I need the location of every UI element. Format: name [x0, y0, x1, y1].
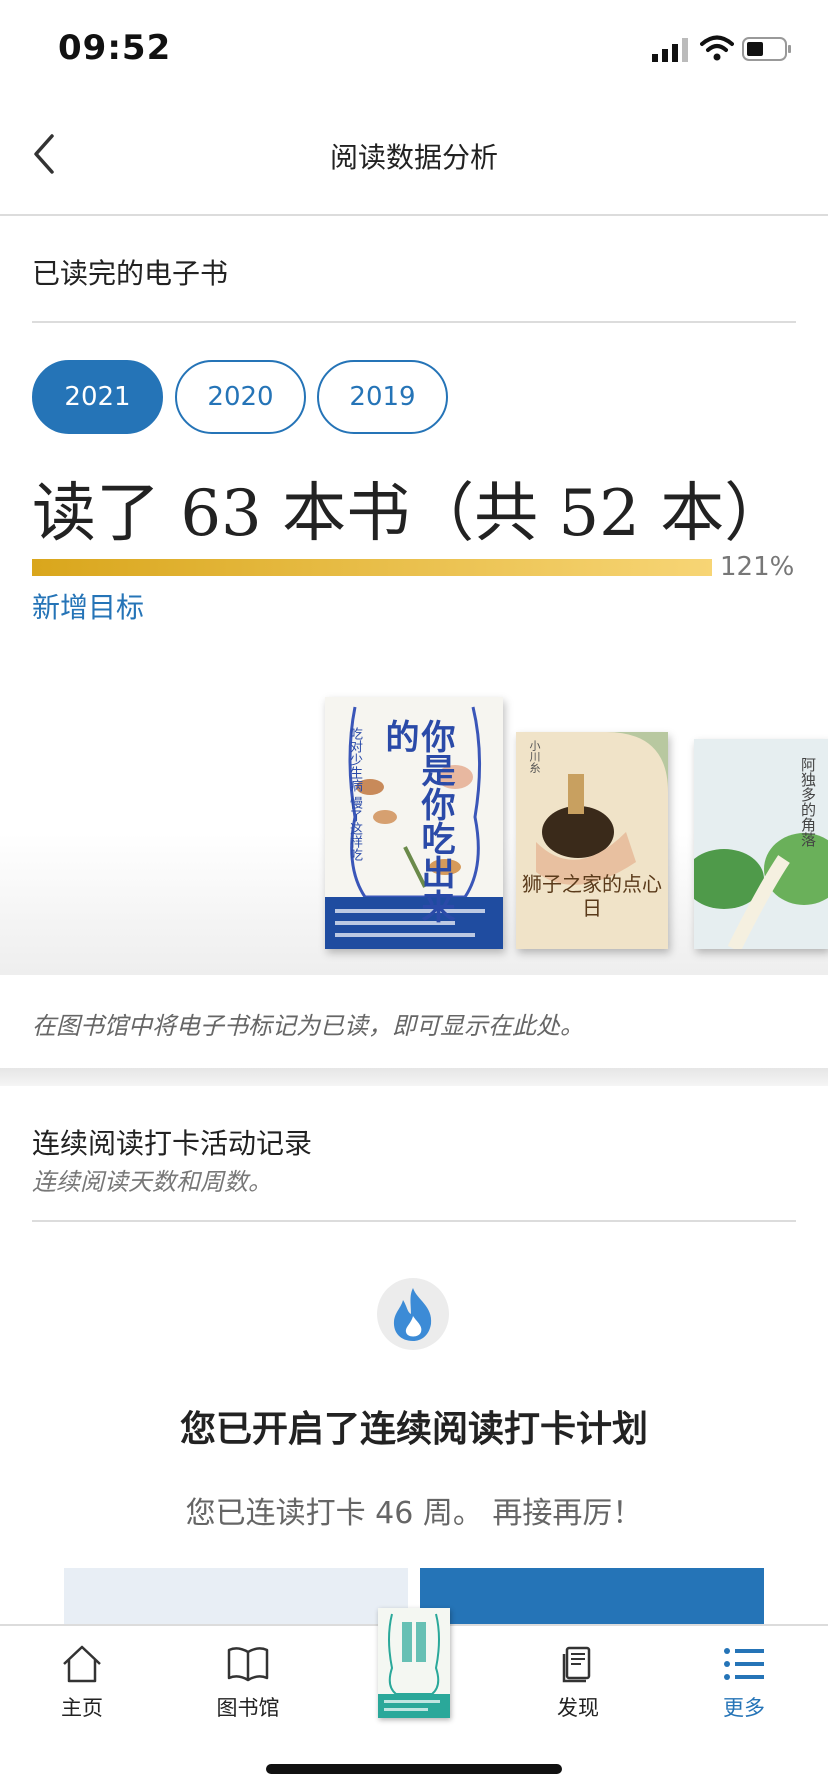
book-cover-1-title: 你是你吃出来的 — [379, 719, 455, 923]
year-tab-2019[interactable]: 2019 — [317, 360, 448, 434]
year-tab-2020[interactable]: 2020 — [175, 360, 306, 434]
book-open-icon — [227, 1647, 269, 1682]
tab-current-book[interactable] — [354, 1608, 474, 1718]
tab-library-label: 图书馆 — [216, 1696, 280, 1720]
book-cover-2-title: 狮子之家的点心日 — [522, 872, 662, 920]
tab-library[interactable]: 图书馆 — [188, 1644, 308, 1722]
wifi-icon — [700, 35, 734, 61]
goal-progress-percent: 121% — [720, 552, 795, 582]
flame-icon — [393, 1288, 432, 1341]
discover-icon — [562, 1646, 591, 1683]
finished-books-title: 已读完的电子书 — [32, 257, 229, 290]
book-cover-1[interactable]: 你是你吃出来的 吃对少生病 慢了这样吃 — [325, 697, 503, 949]
finished-books-shelf: 你是你吃出来的 吃对少生病 慢了这样吃 小川糸 狮子之家的点心日 阿独多的角落 — [0, 660, 828, 975]
streak-plan-title: 您已开启了连续阅读打卡计划 — [179, 1409, 648, 1450]
book-cover-2[interactable]: 小川糸 狮子之家的点心日 — [516, 732, 668, 949]
nav-divider — [0, 214, 828, 216]
section-separator — [0, 1068, 828, 1086]
tab-discover-label: 发现 — [557, 1696, 599, 1720]
book-cover-1-subtitle: 吃对少生病 慢了这样吃 — [347, 727, 362, 862]
flame-icon-badge — [377, 1278, 449, 1350]
home-icon — [63, 1645, 101, 1683]
section-divider — [32, 321, 796, 323]
cellular-signal-icon — [652, 38, 688, 62]
home-indicator — [266, 1764, 562, 1774]
add-goal-link[interactable]: 新增目标 — [32, 586, 144, 626]
year-tab-2021[interactable]: 2021 — [32, 360, 163, 434]
streak-plan-subtitle: 您已连读打卡 46 周。 再接再厉！ — [185, 1496, 643, 1531]
current-book-cover — [378, 1608, 450, 1718]
book-cover-2-author: 小川糸 — [528, 740, 541, 773]
current-book-cover-art — [378, 1613, 450, 1718]
battery-icon — [742, 37, 791, 61]
tab-discover[interactable]: 发现 — [518, 1644, 638, 1722]
section-divider — [32, 1220, 796, 1222]
books-read-headline: 读了 63 本书（共 52 本） — [32, 477, 789, 551]
tab-more[interactable]: 更多 — [684, 1644, 804, 1722]
tab-home[interactable]: 主页 — [22, 1644, 142, 1722]
page-title: 阅读数据分析 — [329, 141, 498, 174]
shelf-note: 在图书馆中将电子书标记为已读，即可显示在此处。 — [32, 1012, 584, 1040]
status-time: 09:52 — [58, 28, 172, 68]
tab-home-label: 主页 — [61, 1696, 103, 1720]
tab-more-label: 更多 — [723, 1696, 765, 1720]
goal-progress-fill — [32, 559, 712, 576]
list-icon — [724, 1648, 764, 1680]
book-cover-3[interactable]: 阿独多的角落 — [694, 739, 828, 949]
goal-progress-bar — [32, 559, 712, 576]
streak-section-subtitle: 连续阅读天数和周数。 — [32, 1168, 272, 1196]
streak-section-title: 连续阅读打卡活动记录 — [32, 1127, 313, 1160]
book-cover-3-title: 阿独多的角落 — [799, 757, 817, 847]
